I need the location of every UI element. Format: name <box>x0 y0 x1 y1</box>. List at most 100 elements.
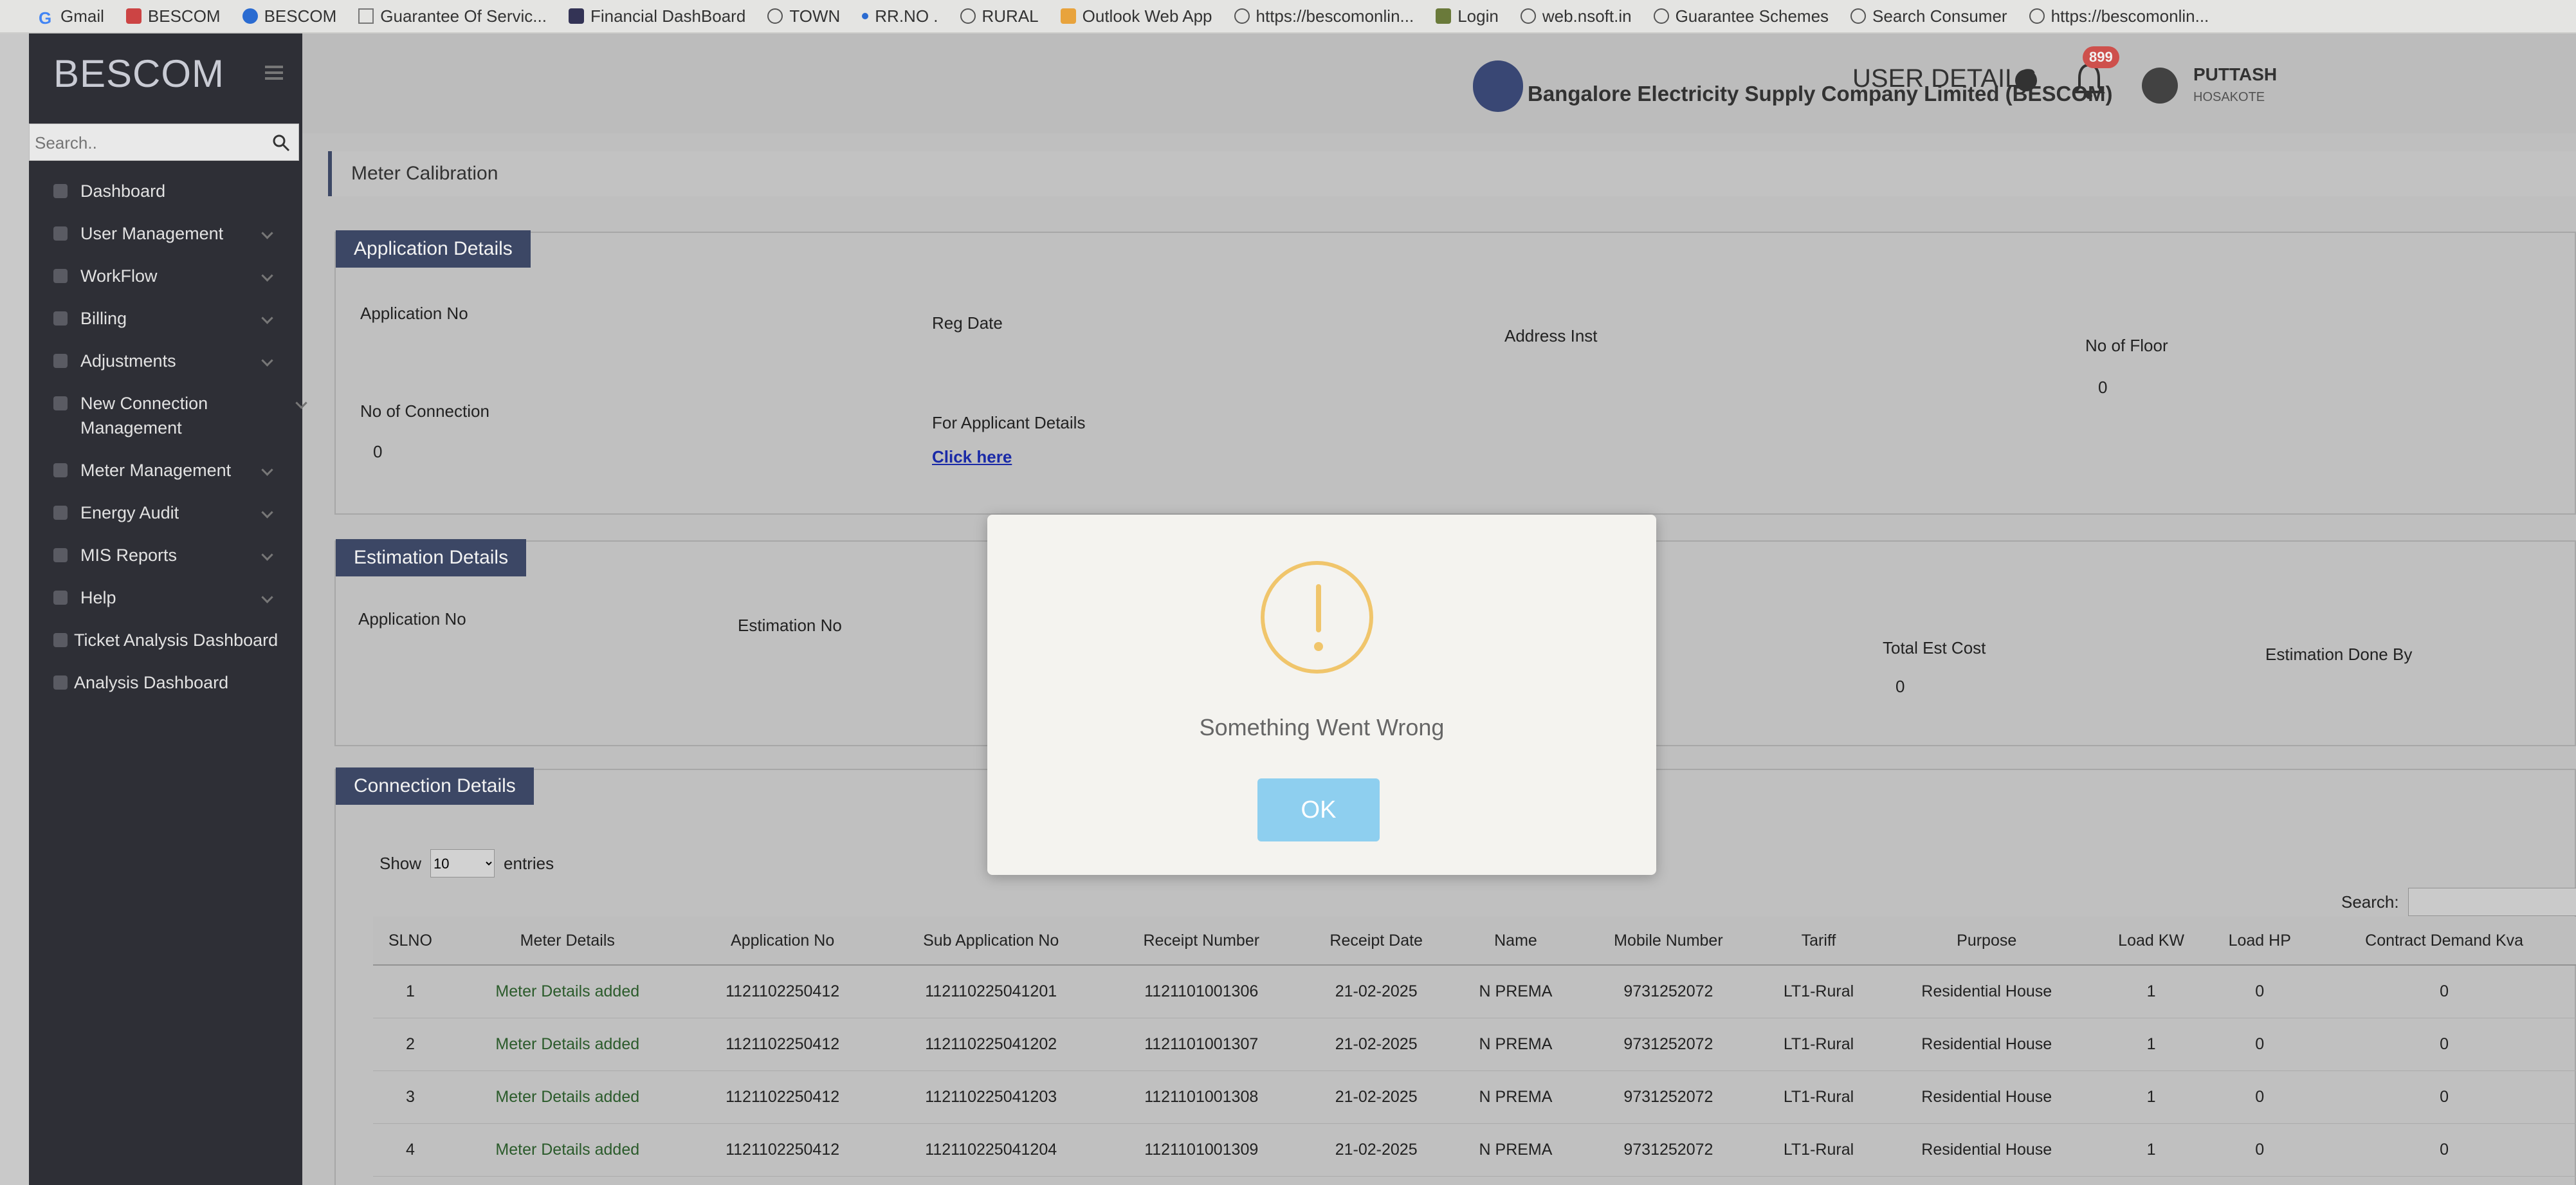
globe-icon <box>960 8 976 24</box>
bookmark-bescomonline-2[interactable]: https://bescomonlin... <box>2029 6 2209 26</box>
bookmark-nsoft[interactable]: web.nsoft.in <box>1520 6 1632 26</box>
meter-icon <box>53 463 68 477</box>
globe-icon <box>1520 8 1536 24</box>
bookmark-outlook[interactable]: Outlook Web App <box>1060 6 1212 26</box>
google-icon: G <box>39 8 52 28</box>
sidebar-item-user-management[interactable]: User Management <box>29 212 302 255</box>
sidebar-item-label: Analysis Dashboard <box>74 673 229 692</box>
sidebar-item-label: User Management <box>80 224 224 243</box>
bookmark-label: Outlook Web App <box>1082 6 1212 26</box>
bookmark-label: https://bescomonlin... <box>2051 6 2209 26</box>
sidebar-item-label: MIS Reports <box>80 546 178 565</box>
adjustments-icon <box>53 354 68 368</box>
sidebar-item-adjustments[interactable]: Adjustments <box>29 340 302 382</box>
bookmark-search-consumer[interactable]: Search Consumer <box>1850 6 2007 26</box>
search-icon[interactable] <box>271 133 291 152</box>
bookmark-financial-dashboard[interactable]: Financial DashBoard <box>568 6 746 26</box>
bescom-icon <box>125 8 142 24</box>
sidebar-item-label: WorkFlow <box>80 266 158 286</box>
chevron-down-icon <box>261 549 273 561</box>
chevron-down-icon <box>261 591 273 603</box>
bookmark-guarantee-schemes[interactable]: Guarantee Schemes <box>1653 6 1829 26</box>
bookmark-bescom-2[interactable]: BESCOM <box>242 6 337 26</box>
bookmark-label: Guarantee Schemes <box>1675 6 1829 26</box>
bookmark-label: https://bescomonlin... <box>1256 6 1414 26</box>
sidebar-item-dashboard[interactable]: Dashboard <box>29 170 302 212</box>
sidebar-item-workflow[interactable]: WorkFlow <box>29 255 302 297</box>
bookmark-login[interactable]: Login <box>1436 6 1499 26</box>
connection-icon <box>53 396 68 410</box>
modal-message: Something Went Wrong <box>1199 714 1445 740</box>
bookmark-label: Search Consumer <box>1872 6 2007 26</box>
sidebar-item-label: New Connection Management <box>80 394 208 437</box>
bookmark-bescom-1[interactable]: BESCOM <box>125 6 221 26</box>
sidebar-item-label: Ticket Analysis Dashboard <box>74 630 279 650</box>
sidebar-item-label: Billing <box>80 309 127 328</box>
bookmark-rrno[interactable]: RR.NO . <box>862 6 938 26</box>
chevron-down-icon <box>261 506 273 519</box>
sidebar-item-meter-management[interactable]: Meter Management <box>29 449 302 491</box>
bookmark-label: RURAL <box>982 6 1039 26</box>
bookmark-label: Gmail <box>60 6 104 26</box>
sidebar-menu: Dashboard User Management WorkFlow Billi… <box>29 170 307 704</box>
sidebar-item-billing[interactable]: Billing <box>29 297 302 340</box>
sidebar-item-label: Dashboard <box>80 181 166 201</box>
bookmark-guarantee[interactable]: Guarantee Of Servic... <box>358 6 547 26</box>
chart-icon <box>53 675 68 690</box>
ticket-icon <box>53 633 68 647</box>
sidebar-brand: BESCOM <box>53 52 225 95</box>
bookmark-rural[interactable]: RURAL <box>960 6 1039 26</box>
ok-button[interactable]: OK <box>1257 778 1380 841</box>
bookmark-label: Guarantee Of Servic... <box>380 6 547 26</box>
bookmark-bescomonline-1[interactable]: https://bescomonlin... <box>1234 6 1414 26</box>
sidebar-item-energy-audit[interactable]: Energy Audit <box>29 491 302 534</box>
warning-icon <box>1261 561 1373 674</box>
sidebar-item-analysis-dashboard[interactable]: Analysis Dashboard <box>29 661 302 704</box>
page-icon <box>358 8 374 24</box>
chevron-down-icon <box>261 270 273 282</box>
sidebar-item-label: Meter Management <box>80 461 232 480</box>
globe-icon <box>2029 8 2045 24</box>
dot-icon <box>862 13 869 19</box>
error-modal: Something Went Wrong OK <box>987 515 1656 875</box>
sidebar-item-label: Help <box>80 588 116 607</box>
chevron-down-icon <box>261 227 273 239</box>
chevron-down-icon <box>261 464 273 476</box>
sidebar-item-mis-reports[interactable]: MIS Reports <box>29 534 302 576</box>
bookmark-gmail[interactable]: G Gmail <box>39 6 104 28</box>
sidebar-search-input[interactable] <box>30 124 255 161</box>
bookmark-label: BESCOM <box>147 6 221 26</box>
user-icon <box>53 226 68 241</box>
globe-icon <box>1653 8 1669 24</box>
app-icon <box>1436 8 1452 24</box>
sidebar-item-label: Adjustments <box>80 351 176 371</box>
sidebar-item-help[interactable]: Help <box>29 576 302 619</box>
billing-icon <box>53 311 68 326</box>
outlook-icon <box>1060 8 1076 24</box>
hamburger-menu-icon[interactable] <box>265 66 283 80</box>
bookmark-town[interactable]: TOWN <box>767 6 840 26</box>
globe-icon <box>767 8 783 24</box>
chevron-down-icon <box>261 354 273 367</box>
globe-icon <box>1850 8 1867 24</box>
sidebar: BESCOM Dashboard User Management WorkFlo… <box>29 33 307 1185</box>
bookmark-label: BESCOM <box>264 6 337 26</box>
bookmark-label: TOWN <box>789 6 841 26</box>
workflow-icon <box>53 269 68 283</box>
bookmark-label: Login <box>1457 6 1499 26</box>
bookmark-label: RR.NO . <box>875 6 938 26</box>
bescom-icon <box>242 8 258 24</box>
app-icon <box>568 8 584 24</box>
dashboard-icon <box>53 184 68 198</box>
sidebar-item-ticket-analysis[interactable]: Ticket Analysis Dashboard <box>29 619 302 661</box>
bookmark-label: Financial DashBoard <box>590 6 746 26</box>
sidebar-item-label: Energy Audit <box>80 503 179 522</box>
bookmarks-bar: G Gmail BESCOM BESCOM Guarantee Of Servic… <box>0 0 2576 33</box>
reports-icon <box>53 548 68 562</box>
chevron-down-icon <box>261 312 273 324</box>
bookmark-label: web.nsoft.in <box>1542 6 1632 26</box>
audit-icon <box>53 506 68 520</box>
sidebar-item-new-connection[interactable]: New Connection Management <box>29 382 307 449</box>
help-icon <box>53 591 68 605</box>
sidebar-search <box>29 124 299 161</box>
